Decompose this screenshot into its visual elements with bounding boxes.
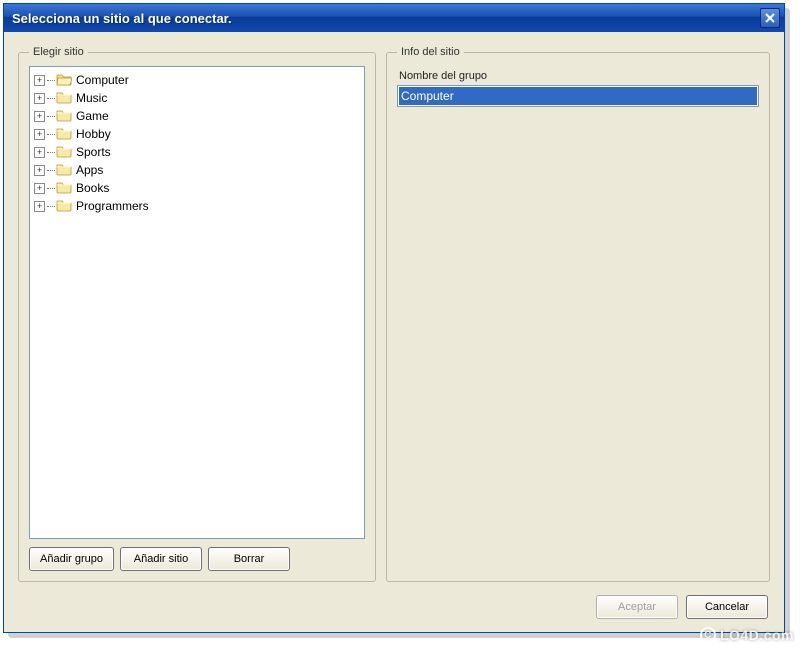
tree-item[interactable]: + Game xyxy=(32,107,362,125)
expand-icon[interactable]: + xyxy=(34,165,45,176)
dialog-content: Elegir sitio + Computer+ Music+ Game+ Ho… xyxy=(4,32,784,588)
tree-item-label: Game xyxy=(76,109,109,123)
folder-icon xyxy=(56,126,76,143)
tree-connector xyxy=(47,80,55,81)
tree-item-label: Apps xyxy=(76,163,103,177)
tree-connector xyxy=(47,116,55,117)
folder-icon xyxy=(56,108,76,125)
tree-item[interactable]: + Music xyxy=(32,89,362,107)
tree-connector xyxy=(47,188,55,189)
add-group-button[interactable]: Añadir grupo xyxy=(29,547,114,571)
group-name-label: Nombre del grupo xyxy=(399,70,759,82)
close-icon xyxy=(765,11,775,26)
cancel-button[interactable]: Cancelar xyxy=(686,595,768,619)
add-site-button[interactable]: Añadir sitio xyxy=(120,547,202,571)
folder-open-icon xyxy=(56,72,76,89)
tree-item[interactable]: + Hobby xyxy=(32,125,362,143)
folder-icon xyxy=(56,162,76,179)
choose-site-legend: Elegir sitio xyxy=(29,46,88,58)
tree-buttons-row: Añadir grupo Añadir sitio Borrar xyxy=(29,547,365,571)
group-name-input-wrap[interactable] xyxy=(397,85,759,107)
tree-connector xyxy=(47,98,55,99)
expand-icon[interactable]: + xyxy=(34,147,45,158)
site-tree[interactable]: + Computer+ Music+ Game+ Hobby+ Sports+ … xyxy=(29,66,365,539)
folder-icon xyxy=(56,180,76,197)
dialog-footer: Aceptar Cancelar xyxy=(4,588,784,632)
expand-icon[interactable]: + xyxy=(34,75,45,86)
window-title: Selecciona un sitio al que conectar. xyxy=(12,11,760,26)
tree-item[interactable]: + Apps xyxy=(32,161,362,179)
expand-icon[interactable]: + xyxy=(34,93,45,104)
tree-item[interactable]: + Books xyxy=(32,179,362,197)
tree-item-label: Books xyxy=(76,181,109,195)
tree-item-label: Hobby xyxy=(76,127,111,141)
choose-site-group: Elegir sitio + Computer+ Music+ Game+ Ho… xyxy=(18,46,376,582)
expand-icon[interactable]: + xyxy=(34,201,45,212)
tree-item-label: Computer xyxy=(76,73,129,87)
expand-icon[interactable]: + xyxy=(34,129,45,140)
tree-connector xyxy=(47,206,55,207)
dialog-window: Selecciona un sitio al que conectar. Ele… xyxy=(3,3,785,633)
tree-item[interactable]: + Computer xyxy=(32,71,362,89)
folder-icon xyxy=(56,90,76,107)
site-info-group: Info del sitio Nombre del grupo xyxy=(386,46,770,582)
tree-item[interactable]: + Sports xyxy=(32,143,362,161)
expand-icon[interactable]: + xyxy=(34,111,45,122)
delete-button[interactable]: Borrar xyxy=(208,547,290,571)
tree-connector xyxy=(47,152,55,153)
close-button[interactable] xyxy=(760,8,780,28)
titlebar[interactable]: Selecciona un sitio al que conectar. xyxy=(4,4,784,32)
group-name-input[interactable] xyxy=(399,87,757,105)
tree-connector xyxy=(47,170,55,171)
folder-icon xyxy=(56,144,76,161)
site-info-legend: Info del sitio xyxy=(397,46,464,58)
tree-connector xyxy=(47,134,55,135)
tree-item[interactable]: + Programmers xyxy=(32,197,362,215)
accept-button: Aceptar xyxy=(596,595,678,619)
tree-item-label: Music xyxy=(76,91,107,105)
tree-item-label: Programmers xyxy=(76,199,149,213)
tree-item-label: Sports xyxy=(76,145,111,159)
expand-icon[interactable]: + xyxy=(34,183,45,194)
folder-icon xyxy=(56,198,76,215)
